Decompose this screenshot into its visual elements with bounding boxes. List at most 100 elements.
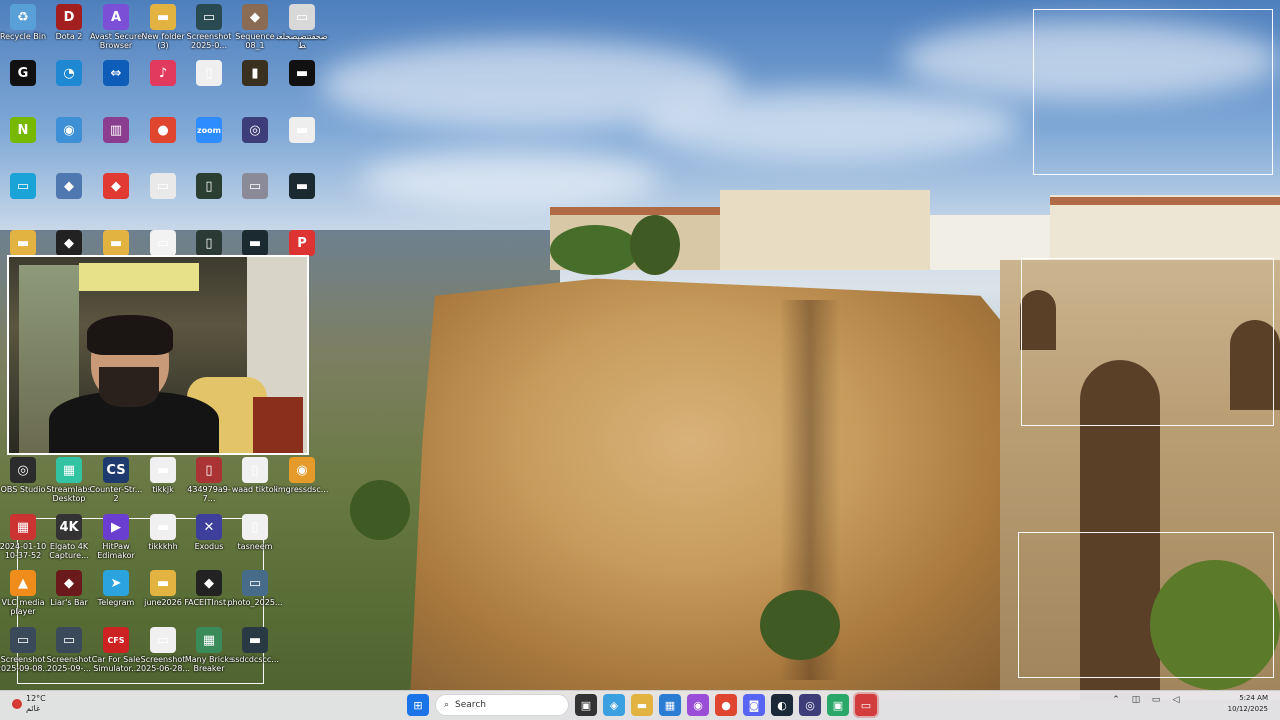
- photo-2025-icon: ▭: [242, 570, 268, 596]
- desktop-icon-photo-2025[interactable]: ▭ photo_2025...: [227, 570, 283, 607]
- clock-time: 5:24 AM: [1239, 694, 1268, 702]
- network-icon[interactable]: ◫: [1130, 694, 1142, 706]
- search-placeholder: Search: [455, 700, 486, 710]
- volume-icon[interactable]: ◁: [1170, 694, 1182, 706]
- anydesk-icon: ◆: [103, 173, 129, 199]
- edge-app-icon: ◔: [56, 60, 82, 86]
- pillow: [253, 397, 303, 453]
- system-tray: ⌃ ◫ ▭ ◁: [1110, 694, 1182, 706]
- clock[interactable]: 5:24 AM 10/12/2025: [1214, 693, 1268, 715]
- desktop-icon-white-file[interactable]: ▬: [274, 117, 330, 143]
- tikkjk-icon: ▬: [150, 457, 176, 483]
- streamlabs-icon: ▦: [56, 457, 82, 483]
- browser-2-icon: ◉: [56, 117, 82, 143]
- monitor-icon: ▭: [10, 173, 36, 199]
- many-bricks-icon: ▦: [196, 627, 222, 653]
- desktop-icon-label: imgressdsc...: [275, 485, 329, 494]
- counter-strike-icon: CS: [103, 457, 129, 483]
- game-1-icon: ◆: [56, 173, 82, 199]
- cliff: [410, 278, 1030, 700]
- teamviewer-icon: ⇔: [103, 60, 129, 86]
- person-beard: [99, 367, 159, 407]
- screenshot1-icon: ▭: [196, 4, 222, 30]
- desktop-icon-label: photo_2025...: [227, 598, 283, 607]
- tasneem-icon: ▯: [242, 514, 268, 540]
- logitech-icon: G: [10, 60, 36, 86]
- folder-2-icon: ▬: [10, 230, 36, 256]
- taskbar-explorer-button[interactable]: ▬: [631, 694, 653, 716]
- desktop-icon-black-file[interactable]: ▬: [274, 60, 330, 86]
- ceiling-light: [79, 263, 199, 291]
- desktop-icon-tasneem[interactable]: ▯ tasneem: [227, 514, 283, 551]
- taskbar-app-green-button[interactable]: ▣: [827, 694, 849, 716]
- new-folder-icon: ▬: [150, 4, 176, 30]
- taskbar-app-active-button[interactable]: ▭: [855, 694, 877, 716]
- taskbar-obs-button[interactable]: ◎: [799, 694, 821, 716]
- language-icon[interactable]: ▭: [1150, 694, 1162, 706]
- shrub: [760, 590, 840, 660]
- selection-box: [1021, 258, 1274, 426]
- weather-widget[interactable]: 12°C غائم: [12, 694, 46, 714]
- desktop-icon-file-ar[interactable]: ▭ ضحقتنضپصحلعنط: [274, 4, 330, 50]
- cloud: [640, 90, 1020, 160]
- telegram-icon: ➤: [103, 570, 129, 596]
- waad-tiktok-icon: ▯: [242, 457, 268, 483]
- doc-2-icon: ▭: [150, 230, 176, 256]
- recycle-bin-icon: ♻: [10, 4, 36, 30]
- liars-bar-icon: ◆: [56, 570, 82, 596]
- hitpaw-icon: ▶: [103, 514, 129, 540]
- phone-2-icon: ▯: [196, 230, 222, 256]
- screenshot-09-icon: ▭: [56, 627, 82, 653]
- phone-shot-icon: ▯: [196, 173, 222, 199]
- file-ar-icon: ▭: [289, 4, 315, 30]
- taskbar-chrome-button[interactable]: ●: [715, 694, 737, 716]
- desktop-icon-label: ضحقتنضپصحلعنط: [276, 32, 328, 50]
- taskbar-copilot-button[interactable]: ◈: [603, 694, 625, 716]
- desktop-icon-dark-file[interactable]: ▬: [274, 173, 330, 199]
- june2026-icon: ▬: [150, 570, 176, 596]
- vlc-icon: ▲: [10, 570, 36, 596]
- car-for-sale-icon: CFS: [103, 627, 129, 653]
- desktop-icon-imgressdsc[interactable]: ◉ imgressdsc...: [274, 457, 330, 494]
- chevron-up-icon[interactable]: ⌃: [1110, 694, 1122, 706]
- tikkkhh-icon: ▬: [150, 514, 176, 540]
- taskbar-store-button[interactable]: ▦: [659, 694, 681, 716]
- screenshot-2024-icon: ▦: [10, 514, 36, 540]
- weather-alert-icon: [12, 699, 22, 709]
- pdf-icon: P: [289, 230, 315, 256]
- taskbar-discord-button[interactable]: ◙: [743, 694, 765, 716]
- winrar-icon: ▥: [103, 117, 129, 143]
- screenshot-0908-icon: ▭: [10, 627, 36, 653]
- sequence-icon: ◆: [242, 4, 268, 30]
- faceit-icon: ◆: [56, 230, 82, 256]
- weather-temp: 12°C: [26, 694, 46, 703]
- black-file-icon: ▬: [289, 60, 315, 86]
- selection-box: [1018, 532, 1274, 678]
- search-box[interactable]: ⌕ Search: [435, 694, 569, 716]
- file-434-icon: ▯: [196, 457, 222, 483]
- chrome-icon: ●: [150, 117, 176, 143]
- ssdc-icon: ▬: [242, 627, 268, 653]
- white-file-icon: ▬: [289, 117, 315, 143]
- avast-icon: A: [103, 4, 129, 30]
- folder-3-icon: ▬: [103, 230, 129, 256]
- shot-3-icon: ▭: [242, 173, 268, 199]
- person-hair: [87, 315, 173, 355]
- taskbar: 12°C غائم ⊞ ⌕ Search ▣ ◈ ▬ ▦ ◉ ● ◙ ◐ ◎ ▣ ▭ ⌃ ◫ ▭ ◁ 5:…: [0, 690, 1280, 720]
- zoom-icon: zoom: [196, 117, 222, 143]
- search-icon: ⌕: [444, 700, 450, 710]
- shrub: [350, 480, 410, 540]
- dota2-icon: D: [56, 4, 82, 30]
- desktop-icon-ssdc[interactable]: ▬ ssdcdcscc...: [227, 627, 283, 664]
- faceit-inst-icon: ◆: [196, 570, 222, 596]
- taskbar-browser-button[interactable]: ◉: [687, 694, 709, 716]
- tiktok-app-icon: ♪: [150, 60, 176, 86]
- selection-box: [1033, 9, 1273, 175]
- obs-studio-icon: ◎: [10, 457, 36, 483]
- weather-desc: غائم: [26, 704, 41, 713]
- taskbar-task-view-button[interactable]: ▣: [575, 694, 597, 716]
- desktop-icon-label: ssdcdcscc...: [231, 655, 279, 664]
- desktop-icon-pdf[interactable]: P: [274, 230, 330, 256]
- taskbar-steam-button[interactable]: ◐: [771, 694, 793, 716]
- taskbar-start-button[interactable]: ⊞: [407, 694, 429, 716]
